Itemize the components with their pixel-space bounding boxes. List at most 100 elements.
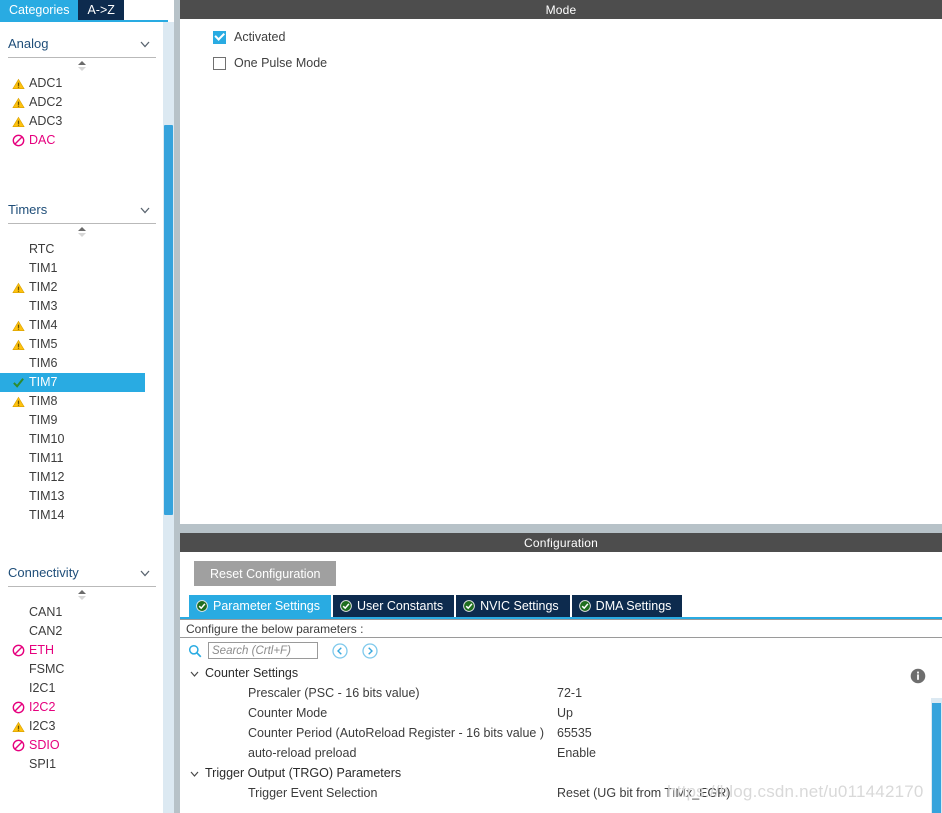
- tree-group-counter-settings[interactable]: Counter Settings: [180, 663, 942, 683]
- sidebar-item-label: I2C2: [29, 700, 56, 715]
- tab-user-constants[interactable]: User Constants: [333, 595, 455, 617]
- blank-icon: [10, 758, 26, 772]
- sidebar-item-rtc[interactable]: RTC: [0, 240, 164, 259]
- blank-icon: [10, 433, 26, 447]
- sidebar-item-tim13[interactable]: TIM13: [0, 487, 164, 506]
- checkbox-activated-label: Activated: [234, 30, 286, 44]
- chevron-down-icon: [188, 667, 201, 680]
- sidebar-item-tim7[interactable]: TIM7: [0, 373, 145, 392]
- sidebar-group-connectivity[interactable]: Connectivity: [8, 559, 156, 587]
- sidebar-item-label: ADC2: [29, 95, 63, 110]
- param-value[interactable]: 65535: [557, 726, 592, 740]
- warning-icon: [10, 720, 26, 734]
- peripheral-sidebar: Categories A->Z Analog ADC1 ADC2 ADC3 DA…: [0, 0, 174, 813]
- checkbox-one-pulse-mode[interactable]: [213, 56, 226, 70]
- check-icon: [10, 376, 26, 390]
- sidebar-item-tim12[interactable]: TIM12: [0, 468, 164, 487]
- sidebar-item-sdio[interactable]: SDIO: [0, 736, 164, 755]
- sidebar-tab-bar: Categories A->Z: [0, 0, 174, 20]
- sidebar-item-can2[interactable]: CAN2: [0, 622, 164, 641]
- sidebar-scrollbar-thumb[interactable]: [164, 125, 173, 515]
- blank-icon: [10, 414, 26, 428]
- sidebar-item-label: ETH: [29, 643, 54, 658]
- sidebar-item-tim8[interactable]: TIM8: [0, 392, 164, 411]
- sidebar-item-i2c3[interactable]: I2C3: [0, 717, 164, 736]
- sidebar-item-adc2[interactable]: ADC2: [0, 93, 164, 112]
- sidebar-item-adc1[interactable]: ADC1: [0, 74, 164, 93]
- configuration-scrollbar-thumb[interactable]: [932, 703, 941, 813]
- blank-icon: [10, 243, 26, 257]
- sidebar-item-eth[interactable]: ETH: [0, 641, 164, 660]
- param-row-trigger-event-selection[interactable]: Trigger Event Selection Reset (UG bit fr…: [180, 783, 942, 803]
- tab-parameter-settings[interactable]: Parameter Settings: [189, 595, 331, 617]
- sidebar-item-i2c2[interactable]: I2C2: [0, 698, 164, 717]
- sidebar-item-tim3[interactable]: TIM3: [0, 297, 164, 316]
- param-row-prescaler[interactable]: Prescaler (PSC - 16 bits value) 72-1: [180, 683, 942, 703]
- search-input[interactable]: [208, 642, 318, 659]
- sidebar-item-label: RTC: [29, 242, 55, 257]
- sidebar-item-tim2[interactable]: TIM2: [0, 278, 164, 297]
- sidebar-item-adc3[interactable]: ADC3: [0, 112, 164, 131]
- param-row-counter-mode[interactable]: Counter Mode Up: [180, 703, 942, 723]
- blank-icon: [10, 490, 26, 504]
- warning-icon: [10, 338, 26, 352]
- checkbox-activated-row[interactable]: Activated: [180, 27, 942, 47]
- search-prev-button[interactable]: [332, 642, 348, 659]
- sidebar-item-tim10[interactable]: TIM10: [0, 430, 164, 449]
- param-value[interactable]: Enable: [557, 746, 596, 760]
- sidebar-item-tim11[interactable]: TIM11: [0, 449, 164, 468]
- sidebar-item-i2c1[interactable]: I2C1: [0, 679, 164, 698]
- search-icon: [188, 644, 202, 658]
- reset-configuration-button[interactable]: Reset Configuration: [194, 561, 337, 586]
- tab-nvic-settings[interactable]: NVIC Settings: [456, 595, 570, 617]
- sidebar-item-can1[interactable]: CAN1: [0, 603, 164, 622]
- tab-dma-settings[interactable]: DMA Settings: [571, 595, 683, 617]
- tab-parameter-settings-label: Parameter Settings: [213, 599, 320, 613]
- warning-icon: [10, 281, 26, 295]
- checkbox-activated[interactable]: [213, 30, 226, 44]
- sidebar-splitter-analog[interactable]: [0, 58, 164, 74]
- sidebar-group-connectivity-label: Connectivity: [8, 565, 79, 580]
- configuration-panel-title-label: Configuration: [524, 535, 598, 550]
- tab-categories-label: Categories: [9, 3, 70, 17]
- tab-dma-settings-label: DMA Settings: [595, 599, 672, 613]
- tree-group-trigger-output[interactable]: Trigger Output (TRGO) Parameters: [180, 763, 942, 783]
- sidebar-group-timers[interactable]: Timers: [8, 196, 156, 224]
- panel-splitter[interactable]: [180, 524, 942, 533]
- check-circle-icon: [196, 600, 208, 612]
- sidebar-item-label: TIM11: [29, 451, 64, 466]
- sidebar-item-tim1[interactable]: TIM1: [0, 259, 164, 278]
- sidebar-item-tim6[interactable]: TIM6: [0, 354, 164, 373]
- sidebar-group-analog[interactable]: Analog: [8, 30, 156, 58]
- info-icon[interactable]: [910, 668, 926, 684]
- parameter-search-row: [180, 638, 942, 663]
- tab-categories[interactable]: Categories: [0, 0, 79, 20]
- configuration-panel-body: Reset Configuration Parameter Settings U…: [180, 552, 942, 813]
- warning-icon: [10, 77, 26, 91]
- tab-a-to-z[interactable]: A->Z: [78, 0, 124, 20]
- forbidden-icon: [10, 134, 26, 148]
- sidebar-item-fsmc[interactable]: FSMC: [0, 660, 164, 679]
- check-circle-icon: [463, 600, 476, 612]
- param-value[interactable]: Up: [557, 706, 573, 720]
- param-value[interactable]: Reset (UG bit from TIMx_EGR): [557, 786, 730, 800]
- tree-group-label: Trigger Output (TRGO) Parameters: [205, 766, 402, 780]
- forbidden-icon: [10, 739, 26, 753]
- sidebar-item-spi1[interactable]: SPI1: [0, 755, 164, 774]
- chevron-down-icon: [138, 566, 152, 580]
- configuration-panel: Configuration Reset Configuration Parame…: [180, 533, 942, 813]
- search-next-button[interactable]: [362, 642, 378, 659]
- sidebar-item-tim9[interactable]: TIM9: [0, 411, 164, 430]
- sidebar-splitter-connectivity[interactable]: [0, 587, 164, 603]
- param-row-auto-reload-preload[interactable]: auto-reload preload Enable: [180, 743, 942, 763]
- sidebar-item-tim14[interactable]: TIM14: [0, 506, 164, 525]
- param-value[interactable]: 72-1: [557, 686, 582, 700]
- sidebar-item-tim4[interactable]: TIM4: [0, 316, 164, 335]
- sidebar-item-dac[interactable]: DAC: [0, 131, 164, 150]
- param-row-counter-period[interactable]: Counter Period (AutoReload Register - 16…: [180, 723, 942, 743]
- checkbox-one-pulse-mode-row[interactable]: One Pulse Mode: [180, 53, 942, 73]
- sidebar-splitter-timers[interactable]: [0, 224, 164, 240]
- sidebar-item-label: TIM12: [29, 470, 65, 485]
- sidebar-item-tim5[interactable]: TIM5: [0, 335, 164, 354]
